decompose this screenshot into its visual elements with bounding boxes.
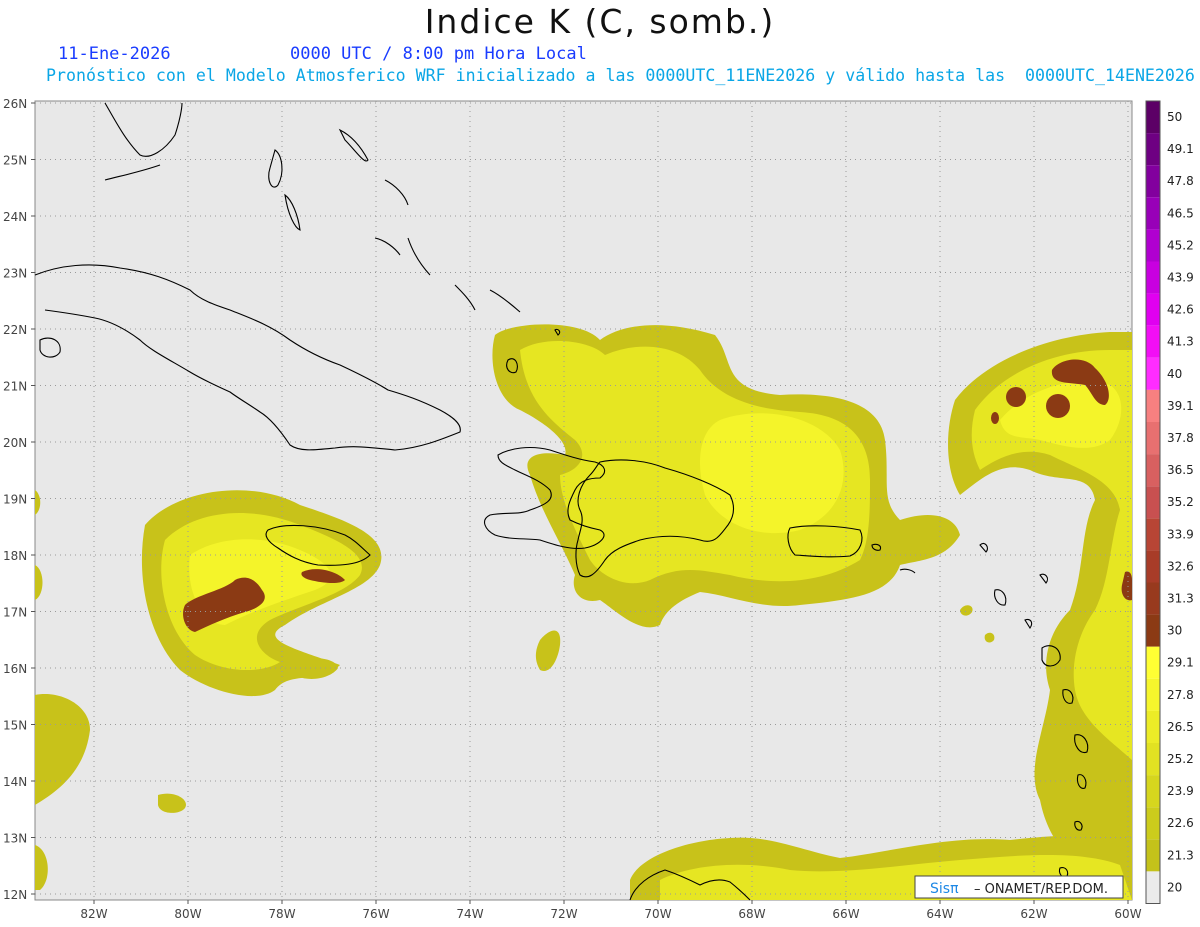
colorbar-swatch <box>1146 389 1160 422</box>
colorbar-label: 29.1 <box>1167 656 1194 670</box>
colorbar-swatch <box>1146 775 1160 808</box>
colorbar-label: 32.6 <box>1167 559 1194 573</box>
lon-label: 82W <box>80 907 107 921</box>
lon-label: 76W <box>362 907 389 921</box>
lon-label: 68W <box>738 907 765 921</box>
colorbar-swatch <box>1146 743 1160 776</box>
colorbar-swatch <box>1146 101 1160 134</box>
lat-label: 13N <box>3 832 27 846</box>
colorbar-label: 40 <box>1167 367 1182 381</box>
lon-label: 72W <box>550 907 577 921</box>
colorbar-swatch <box>1146 614 1160 647</box>
colorbar-swatch <box>1146 871 1160 904</box>
colorbar-label: 30 <box>1167 624 1182 638</box>
colorbar-swatch <box>1146 133 1160 166</box>
colorbar-swatch <box>1146 582 1160 615</box>
lat-label: 16N <box>3 662 27 676</box>
colorbar-swatch <box>1146 646 1160 679</box>
colorbar-swatch <box>1146 165 1160 198</box>
colorbar-swatch <box>1146 325 1160 358</box>
colorbar-label: 42.6 <box>1167 303 1194 317</box>
colorbar-label: 37.8 <box>1167 431 1194 445</box>
lon-label: 70W <box>644 907 671 921</box>
colorbar-label: 50 <box>1167 110 1182 124</box>
lat-label: 19N <box>3 493 27 507</box>
colorbar-label: 35.2 <box>1167 495 1194 509</box>
field-blob-5 <box>984 632 995 643</box>
colorbar-swatch <box>1146 807 1160 840</box>
colorbar-swatch <box>1146 550 1160 583</box>
colorbar-label: 22.6 <box>1167 816 1194 830</box>
longitude-labels: 82W 80W 78W 76W 74W 72W 70W 68W 66W 64W 62W 60W <box>80 900 1142 921</box>
lat-label: 17N <box>3 606 27 620</box>
colorbar-label: 36.5 <box>1167 463 1194 477</box>
lat-label: 14N <box>3 775 27 789</box>
colorbar-swatch <box>1146 454 1160 487</box>
lat-label: 21N <box>3 380 27 394</box>
colorbar-label: 45.2 <box>1167 238 1194 252</box>
colorbar-swatch <box>1146 293 1160 326</box>
latitude-labels: 26N 25N 24N 23N 22N 21N 20N 19N 18N 17N 16N 15N 14N 1… <box>3 97 35 902</box>
lat-label: 18N <box>3 549 27 563</box>
colorbar-swatch <box>1146 422 1160 455</box>
lon-label: 78W <box>268 907 295 921</box>
lon-label: 64W <box>926 907 953 921</box>
colorbar-label: 39.1 <box>1167 399 1194 413</box>
colorbar-swatch <box>1146 518 1160 551</box>
lat-label: 26N <box>3 97 27 111</box>
credit-text: – ONAMET/REP.DOM. <box>974 882 1108 897</box>
colorbar-swatch <box>1146 357 1160 390</box>
lon-label: 60W <box>1114 907 1141 921</box>
sispi-logo: Sisπ <box>930 881 959 897</box>
colorbar-swatch <box>1146 229 1160 262</box>
colorbar-swatch <box>1146 486 1160 519</box>
colorbar: 50 49.1 47.8 46.5 45.2 43.9 42.6 41.3 40 39.1 37.8… <box>1145 100 1194 904</box>
colorbar-swatch <box>1146 710 1160 743</box>
lon-label: 74W <box>456 907 483 921</box>
field-max-east-2 <box>1006 387 1026 407</box>
lon-label: 62W <box>1020 907 1047 921</box>
colorbar-label: 25.2 <box>1167 752 1194 766</box>
colorbar-label: 33.9 <box>1167 527 1194 541</box>
lat-label: 25N <box>3 154 27 168</box>
lat-label: 15N <box>3 719 27 733</box>
lat-label: 24N <box>3 210 27 224</box>
colorbar-swatch <box>1146 839 1160 872</box>
lat-label: 20N <box>3 436 27 450</box>
colorbar-label: 46.5 <box>1167 206 1194 220</box>
map-figure: 26N 25N 24N 23N 22N 21N 20N 19N 18N 17N 16N 15N 14N 1… <box>3 97 1194 921</box>
lon-label: 66W <box>832 907 859 921</box>
field-max-east-3 <box>1046 394 1070 418</box>
colorbar-label: 43.9 <box>1167 271 1194 285</box>
colorbar-label: 21.3 <box>1167 848 1194 862</box>
lat-label: 22N <box>3 323 27 337</box>
colorbar-label: 20 <box>1167 880 1182 894</box>
colorbar-label: 31.3 <box>1167 592 1194 606</box>
colorbar-label: 41.3 <box>1167 335 1194 349</box>
colorbar-swatch <box>1146 261 1160 294</box>
colorbar-label: 23.9 <box>1167 784 1194 798</box>
colorbar-swatch <box>1146 197 1160 230</box>
colorbar-swatch <box>1146 678 1160 711</box>
lon-label: 80W <box>174 907 201 921</box>
lat-label: 23N <box>3 267 27 281</box>
credit-box: Sisπ – ONAMET/REP.DOM. <box>914 875 1124 899</box>
colorbar-label: 49.1 <box>1167 142 1194 156</box>
lat-label: 12N <box>3 888 27 902</box>
field-max-east-4 <box>991 412 999 424</box>
colorbar-label: 26.5 <box>1167 720 1194 734</box>
colorbar-label: 47.8 <box>1167 174 1194 188</box>
colorbar-label: 27.8 <box>1167 688 1194 702</box>
